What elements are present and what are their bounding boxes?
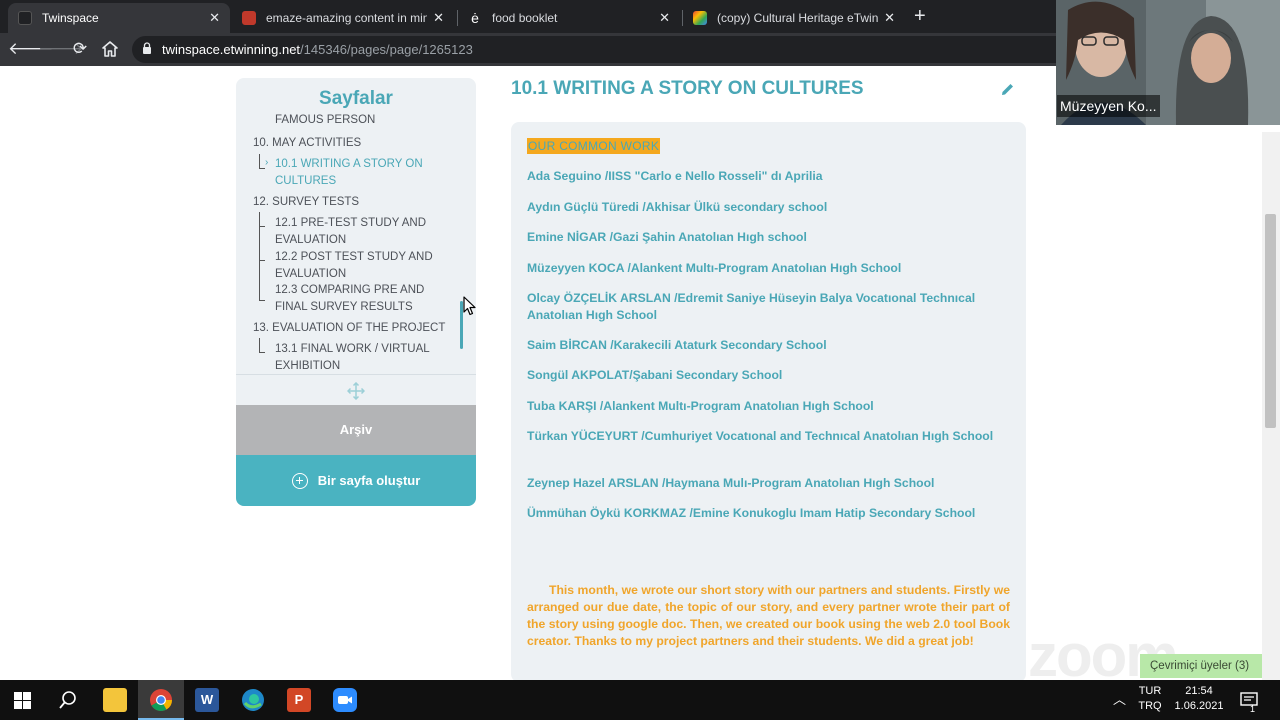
pages-sidebar: Sayfalar FAMOUS PERSON 10. MAY ACTIVITIE… <box>236 78 476 506</box>
tab-food-booklet[interactable]: ė food booklet ✕ <box>458 3 680 33</box>
address-bar[interactable]: twinspace.etwinning.net/145346/pages/pag… <box>132 36 1132 63</box>
tab-emaze[interactable]: emaze-amazing content in minut ✕ <box>232 3 454 33</box>
partner-line: Saim BİRCAN /Karakecili Ataturk Secondar… <box>527 338 827 352</box>
partner-line: Zeynep Hazel ARSLAN /Haymana Mulı-Progra… <box>527 476 935 490</box>
tab-title: (copy) Cultural Heritage eTwinnin <box>717 11 879 25</box>
file-explorer-icon[interactable] <box>103 688 127 712</box>
scrollbar-thumb[interactable] <box>1265 214 1276 428</box>
page-title: 10.1 WRITING A STORY ON CULTURES <box>511 78 864 99</box>
tab-title: emaze-amazing content in minut <box>266 11 428 25</box>
partner-line: Tuba KARŞI /Alankent Multı-Program Anato… <box>527 399 874 413</box>
partner-line: Ümmühan Öykü KORKMAZ /Emine Konukoglu Im… <box>527 506 976 520</box>
tree-connector <box>259 300 265 301</box>
menu-item-post-test[interactable]: 12.2 POST TEST STUDY AND EVALUATION <box>275 249 445 283</box>
powerpoint-icon[interactable]: P <box>287 688 311 712</box>
url-host: twinspace.etwinning.net <box>162 42 301 57</box>
new-tab-icon[interactable]: + <box>914 5 926 28</box>
input-language[interactable]: TUR TRQ <box>1138 684 1162 714</box>
partner-line: Olcay ÖZÇELİK ARSLAN /Edremit Saniye Hüs… <box>527 291 976 322</box>
partner-line: Songül AKPOLAT/Şabani Secondary School <box>527 368 783 382</box>
notification-count: 1 <box>1250 704 1256 714</box>
menu-item-famous-person[interactable]: FAMOUS PERSON <box>275 114 445 129</box>
reload-icon[interactable]: ⟳ <box>68 37 92 61</box>
menu-item-writing-story[interactable]: 10.1 WRITING A STORY ON CULTURES <box>275 156 445 190</box>
online-users-button[interactable]: Çevrimiçi üyeler (3) <box>1140 654 1262 678</box>
windows-start-icon[interactable] <box>14 692 31 709</box>
clock-time: 21:54 <box>1185 685 1213 697</box>
menu-item-evaluation[interactable]: 13. EVALUATION OF THE PROJECT <box>253 320 453 337</box>
close-tab-icon[interactable]: ✕ <box>209 10 220 26</box>
partner-line: Emine NİGAR /Gazi Şahin Anatolıan Hıgh s… <box>527 230 807 244</box>
sidebar-title: Sayfalar <box>319 88 393 109</box>
document-favicon-icon: ė <box>471 10 479 26</box>
plus-circle-icon <box>291 472 308 489</box>
menu-item-may-activities[interactable]: 10. MAY ACTIVITIES <box>253 135 453 152</box>
pencil-icon[interactable] <box>1000 82 1015 97</box>
url-path: /145346/pages/page/1265123 <box>300 42 473 57</box>
tab-cultural-heritage[interactable]: (copy) Cultural Heritage eTwinnin ✕ <box>683 3 905 33</box>
highlighted-heading: OUR COMMON WORK <box>527 138 661 154</box>
tree-connector <box>259 260 265 261</box>
partner-line: Ada Seguino /IISS "Carlo e Nello Rosseli… <box>527 169 823 183</box>
archive-button[interactable]: Arşiv <box>236 405 476 455</box>
page-scrollbar[interactable] <box>1262 132 1280 680</box>
story-paragraph: This month, we wrote our short story wit… <box>527 582 1010 650</box>
menu-item-pre-test[interactable]: 12.1 PRE-TEST STUDY AND EVALUATION <box>275 215 445 249</box>
menu-item-survey-tests[interactable]: 12. SURVEY TESTS <box>253 194 453 211</box>
tab-twinspace[interactable]: Twinspace ✕ <box>8 3 230 33</box>
participant-name-label: Müzeyyen Ko... <box>1057 95 1160 117</box>
tab-title: Twinspace <box>42 11 99 25</box>
chevron-up-icon[interactable]: ︿ <box>1113 692 1126 707</box>
language-code: TUR <box>1138 685 1162 697</box>
edge-icon[interactable] <box>241 688 265 712</box>
twinspace-favicon-icon <box>18 11 32 25</box>
partner-line: Aydın Güçlü Türedi /Akhisar Ülkü seconda… <box>527 200 828 214</box>
chevron-right-icon: › <box>265 157 269 168</box>
tree-connector <box>259 154 260 168</box>
create-page-label: Bir sayfa oluştur <box>317 473 421 488</box>
close-tab-icon[interactable]: ✕ <box>433 10 444 26</box>
clock[interactable]: 21:54 1.06.2021 <box>1168 684 1230 714</box>
close-tab-icon[interactable]: ✕ <box>659 10 670 26</box>
url-text: twinspace.etwinning.net/145346/pages/pag… <box>162 42 473 57</box>
forward-icon[interactable]: 🡒 <box>38 37 84 61</box>
mouse-cursor-icon <box>463 296 476 316</box>
zoom-icon[interactable] <box>333 688 357 712</box>
keyboard-layout: TRQ <box>1138 700 1162 712</box>
divider <box>236 374 476 375</box>
lock-icon <box>143 42 151 54</box>
tab-title: food booklet <box>492 11 558 25</box>
pages-menu: FAMOUS PERSON 10. MAY ACTIVITIES › 10.1 … <box>236 114 476 374</box>
tree-connector <box>259 338 260 352</box>
tree-connector <box>259 226 265 227</box>
partner-line: Müzeyyen KOCA /Alankent Multı-Program An… <box>527 261 902 275</box>
partner-line: Türkan YÜCEYURT /Cumhuriyet Vocatıonal a… <box>527 429 994 443</box>
move-icon[interactable] <box>347 382 365 400</box>
create-page-button[interactable]: Bir sayfa oluştur <box>236 455 476 506</box>
zoom-video-thumbnail[interactable]: Müzeyyen Ko... <box>1056 0 1280 125</box>
tree-connector <box>259 352 265 353</box>
clock-date: 1.06.2021 <box>1174 700 1224 712</box>
menu-item-final-work[interactable]: 13.1 FINAL WORK / VIRTUAL EXHIBITION <box>275 341 445 374</box>
menu-item-comparing[interactable]: 12.3 COMPARING PRE AND FINAL SURVEY RESU… <box>275 282 445 316</box>
search-icon[interactable] <box>58 690 78 710</box>
notification-icon[interactable] <box>1240 691 1258 709</box>
windows-taskbar: W P ︿ TUR TRQ 21:54 1.06.2021 1 <box>0 680 1280 720</box>
close-tab-icon[interactable]: ✕ <box>884 10 895 26</box>
chrome-icon[interactable] <box>149 688 173 712</box>
home-icon[interactable] <box>98 37 122 61</box>
emaze-favicon-icon <box>242 11 256 25</box>
story-text: This month, we wrote our short story wit… <box>527 583 1010 648</box>
word-icon[interactable]: W <box>195 688 219 712</box>
slides-favicon-icon <box>693 11 707 25</box>
page-content: Sayfalar FAMOUS PERSON 10. MAY ACTIVITIE… <box>0 66 1280 680</box>
back-icon[interactable]: 🡐 <box>8 37 54 61</box>
